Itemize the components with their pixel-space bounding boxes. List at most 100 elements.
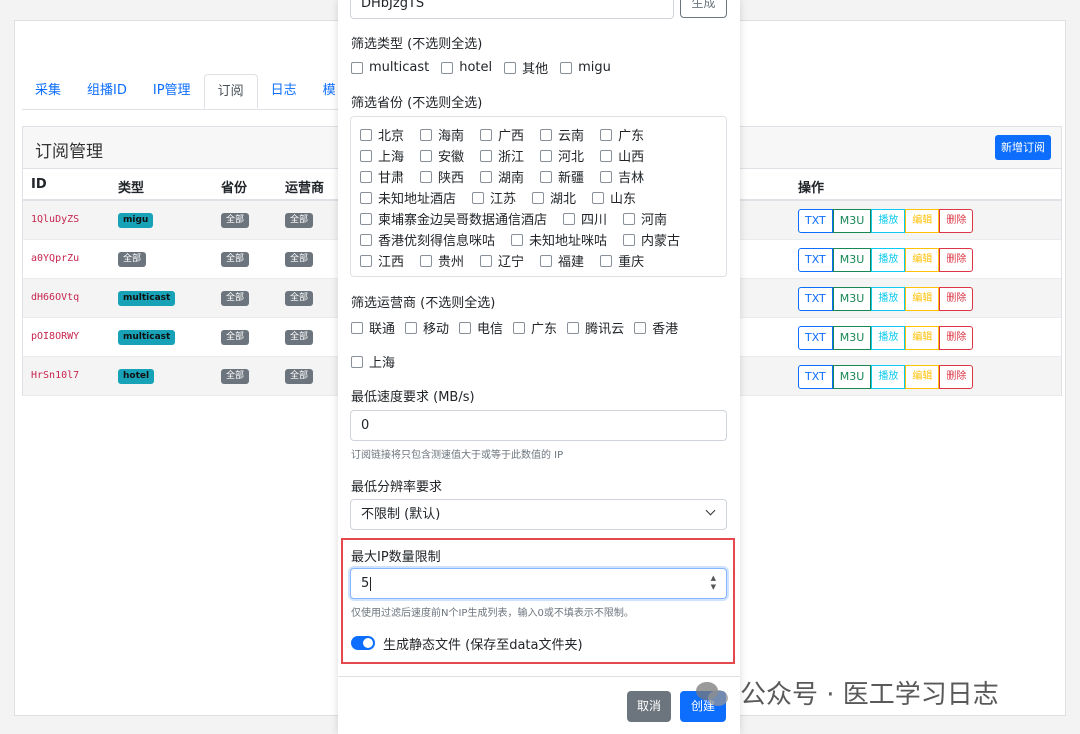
txt-button[interactable]: TXT [798,365,833,389]
checkbox[interactable] [623,233,636,246]
province-option[interactable]: 湖南 [480,167,524,186]
checkbox[interactable] [360,212,372,225]
checkbox[interactable] [351,355,363,368]
checkbox[interactable] [360,233,372,246]
province-option[interactable]: 海南 [420,125,464,144]
checkbox[interactable] [600,254,613,267]
province-option[interactable]: 江西 [360,251,404,270]
type-option[interactable]: multicast [351,58,429,77]
delete-button[interactable]: 删除 [939,287,974,311]
static-file-toggle[interactable] [351,636,375,650]
checkbox[interactable] [513,321,526,334]
province-option[interactable]: 未知地址酒店 [360,188,456,207]
m3u-button[interactable]: M3U [832,326,872,350]
operator-option[interactable]: 腾讯云 [567,318,624,337]
checkbox[interactable] [360,254,372,267]
province-option[interactable]: 湖北 [532,188,576,207]
province-option[interactable]: 广西 [480,125,524,144]
province-option[interactable]: 重庆 [600,251,644,270]
checkbox[interactable] [351,321,363,334]
province-option[interactable]: 江苏 [472,188,516,207]
type-option[interactable]: hotel [441,58,492,77]
edit-button[interactable]: 编辑 [905,287,940,311]
province-option[interactable]: 河南 [623,209,667,228]
type-option[interactable]: 其他 [504,58,548,77]
checkbox[interactable] [420,149,433,162]
checkbox[interactable] [480,170,493,183]
max-ip-input[interactable]: 5 ▲ ▼ [350,568,727,599]
checkbox[interactable] [420,128,433,141]
checkbox[interactable] [540,128,553,141]
province-option[interactable]: 内蒙古 [623,230,680,249]
checkbox[interactable] [600,170,613,183]
checkbox[interactable] [472,191,485,204]
m3u-button[interactable]: M3U [832,248,872,272]
edit-button[interactable]: 编辑 [905,365,940,389]
edit-button[interactable]: 编辑 [905,248,940,272]
m3u-button[interactable]: M3U [832,365,872,389]
m3u-button[interactable]: M3U [832,287,872,311]
checkbox[interactable] [480,128,493,141]
play-button[interactable]: 播放 [871,248,906,272]
province-option[interactable]: 北京 [360,125,404,144]
province-option[interactable]: 陕西 [420,167,464,186]
checkbox[interactable] [441,61,454,74]
checkbox[interactable] [567,321,580,334]
min-speed-input[interactable]: 0 [350,410,727,441]
checkbox[interactable] [351,61,363,74]
checkbox[interactable] [405,321,418,334]
play-button[interactable]: 播放 [871,326,906,350]
operator-option[interactable]: 香港 [634,318,678,337]
operator-option[interactable]: 电信 [459,318,503,337]
token-input[interactable]: DHbJzgTS [350,0,674,19]
checkbox[interactable] [420,170,433,183]
checkbox[interactable] [563,212,576,225]
province-option[interactable]: 吉林 [600,167,644,186]
checkbox[interactable] [504,61,517,74]
edit-button[interactable]: 编辑 [905,209,940,233]
province-option[interactable]: 香港优刻得信息咪咕 [360,230,495,249]
operator-option[interactable]: 广东 [513,318,557,337]
checkbox[interactable] [592,191,605,204]
txt-button[interactable]: TXT [798,248,833,272]
province-option[interactable]: 未知地址咪咕 [511,230,607,249]
province-option[interactable]: 新疆 [540,167,584,186]
txt-button[interactable]: TXT [798,209,833,233]
province-option[interactable]: 贵州 [420,251,464,270]
cancel-button[interactable]: 取消 [627,691,671,722]
province-option[interactable]: 云南 [540,125,584,144]
checkbox[interactable] [360,191,372,204]
province-option[interactable]: 福建 [540,251,584,270]
checkbox[interactable] [600,149,613,162]
new-subscription-button[interactable]: 新增订阅 [995,135,1051,160]
checkbox[interactable] [634,321,647,334]
province-option[interactable]: 甘肃 [360,167,404,186]
checkbox[interactable] [420,254,433,267]
delete-button[interactable]: 删除 [939,209,974,233]
checkbox[interactable] [600,128,613,141]
province-option[interactable]: 柬埔寨金边吴哥数据通信酒店 [360,209,547,228]
play-button[interactable]: 播放 [871,365,906,389]
delete-button[interactable]: 删除 [939,365,974,389]
checkbox[interactable] [511,233,524,246]
checkbox[interactable] [360,170,372,183]
edit-button[interactable]: 编辑 [905,326,940,350]
province-option[interactable]: 山西 [600,146,644,165]
m3u-button[interactable]: M3U [832,209,872,233]
operator-option[interactable]: 上海 [351,352,395,371]
checkbox[interactable] [560,61,573,74]
province-option[interactable]: 四川 [563,209,607,228]
tab-multicast-id[interactable]: 组播ID [74,74,140,109]
operator-option[interactable]: 联通 [351,318,395,337]
province-option[interactable]: 辽宁 [480,251,524,270]
tab-collect[interactable]: 采集 [22,74,74,109]
play-button[interactable]: 播放 [871,287,906,311]
play-button[interactable]: 播放 [871,209,906,233]
checkbox[interactable] [540,254,553,267]
operator-option[interactable]: 移动 [405,318,449,337]
checkbox[interactable] [480,149,493,162]
delete-button[interactable]: 删除 [939,326,974,350]
type-option[interactable]: migu [560,58,611,77]
tab-ip-manage[interactable]: IP管理 [140,74,204,109]
checkbox[interactable] [532,191,545,204]
